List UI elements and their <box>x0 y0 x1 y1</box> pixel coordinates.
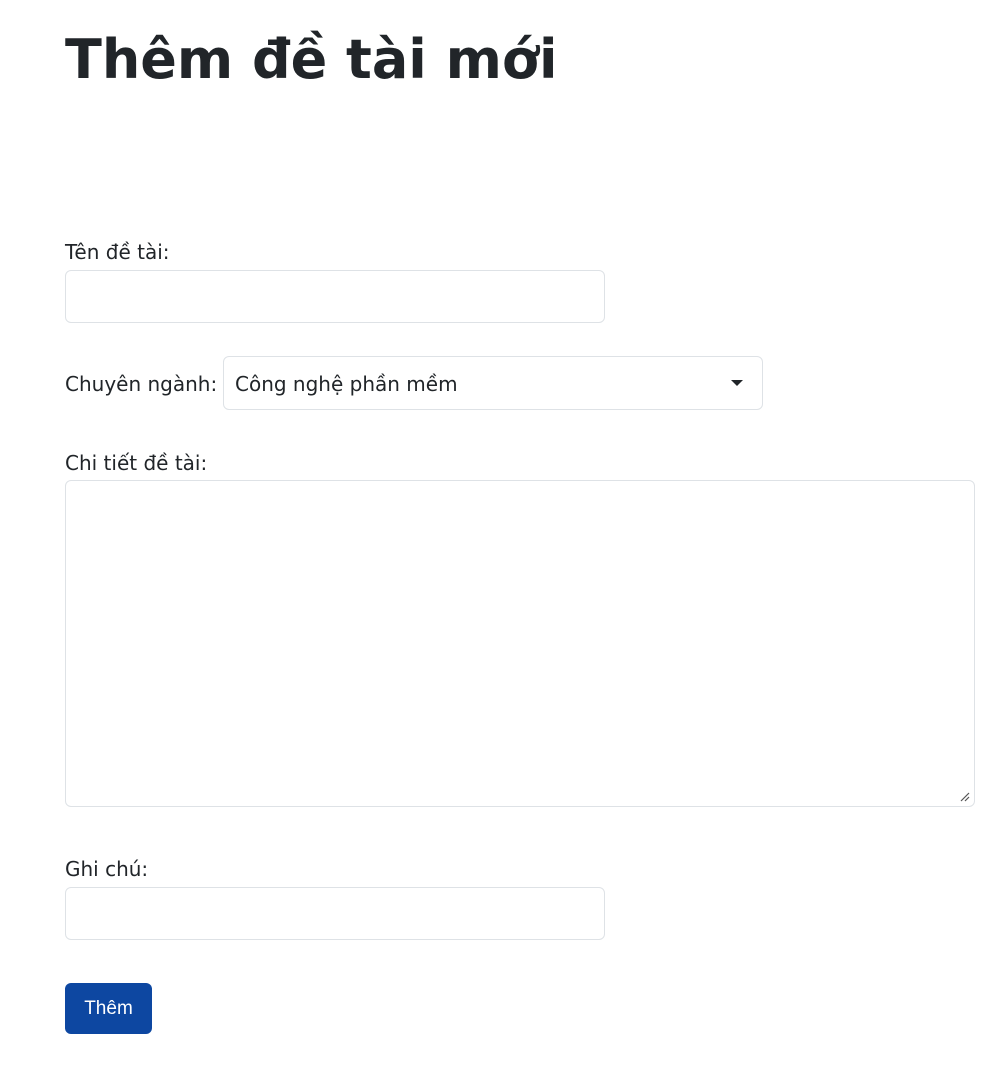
major-selected-value: Công nghệ phần mềm <box>235 372 458 396</box>
major-label: Chuyên ngành: <box>65 372 218 396</box>
note-input[interactable] <box>65 887 605 940</box>
topic-name-label: Tên đề tài: <box>65 240 170 264</box>
major-select[interactable]: Công nghệ phần mềm <box>223 356 763 410</box>
resize-grip-icon[interactable] <box>958 790 970 802</box>
note-label: Ghi chú: <box>65 857 149 881</box>
details-label: Chi tiết đề tài: <box>65 451 208 475</box>
page-title: Thêm đề tài mới <box>65 28 558 91</box>
submit-button[interactable]: Thêm <box>65 983 152 1034</box>
details-textarea[interactable] <box>65 480 975 807</box>
chevron-down-icon <box>731 380 743 386</box>
add-topic-page: Thêm đề tài mới Tên đề tài: Chuyên ngành… <box>0 0 996 1072</box>
topic-name-input[interactable] <box>65 270 605 323</box>
